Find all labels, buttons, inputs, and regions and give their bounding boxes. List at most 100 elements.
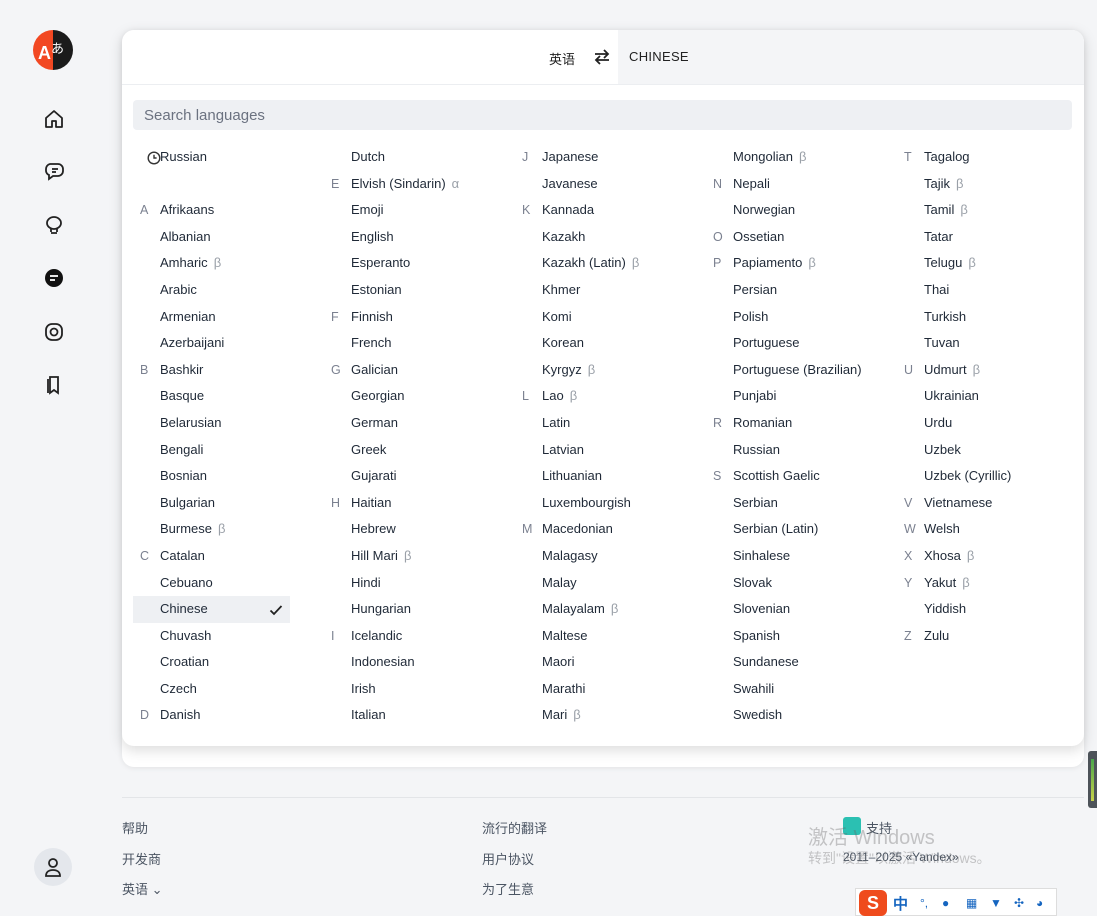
language-option[interactable]: Italian [324,702,504,729]
language-option[interactable]: Marathi [515,676,695,703]
language-option[interactable]: Y Yakut β [897,570,1077,597]
language-option[interactable]: Emoji [324,197,504,224]
language-option[interactable]: Mongolian β [706,144,886,171]
language-option[interactable]: P Papiamento β [706,250,886,277]
language-option[interactable]: Tuvan [897,330,1077,357]
lightbulb-icon[interactable] [42,213,66,237]
footer-developers-link[interactable]: 开发商 [122,849,161,868]
language-option[interactable]: Kazakh [515,224,695,251]
language-option[interactable]: Estonian [324,277,504,304]
language-option[interactable]: Arabic [133,277,313,304]
language-option[interactable]: Kyrgyz β [515,357,695,384]
language-option[interactable]: Basque [133,383,313,410]
language-option[interactable]: U Udmurt β [897,357,1077,384]
punctuation-icon[interactable]: °, [920,896,934,910]
target-language-button[interactable]: CHINESE [629,49,689,64]
language-option[interactable]: Sinhalese [706,543,886,570]
language-option[interactable]: Belarusian [133,410,313,437]
language-option[interactable]: Turkish [897,304,1077,331]
language-option[interactable]: Portuguese [706,330,886,357]
camera-icon[interactable] [42,320,66,344]
language-option[interactable]: Indonesian [324,649,504,676]
language-option[interactable]: Telugu β [897,250,1077,277]
language-option[interactable]: Hungarian [324,596,504,623]
home-icon[interactable] [42,107,66,131]
language-option[interactable]: Malagasy [515,543,695,570]
language-option[interactable]: Latin [515,410,695,437]
language-option[interactable]: A Afrikaans [133,197,313,224]
language-option[interactable]: German [324,410,504,437]
language-option[interactable]: Gujarati [324,463,504,490]
language-option[interactable]: O Ossetian [706,224,886,251]
language-option[interactable]: Tamil β [897,197,1077,224]
language-option[interactable]: Maori [515,649,695,676]
language-option[interactable]: Persian [706,277,886,304]
language-option[interactable]: Uzbek [897,437,1077,464]
language-option[interactable]: Malayalam β [515,596,695,623]
language-option[interactable]: R Romanian [706,410,886,437]
language-option[interactable]: C Catalan [133,543,313,570]
footer-language-selector[interactable]: 英语 ⌄ [122,879,163,898]
language-option[interactable]: Cebuano [133,570,313,597]
language-option[interactable]: Georgian [324,383,504,410]
language-option[interactable]: Slovak [706,570,886,597]
language-option[interactable]: Bengali [133,437,313,464]
language-option[interactable]: Maltese [515,623,695,650]
language-option[interactable]: X Xhosa β [897,543,1077,570]
language-option[interactable]: Hebrew [324,516,504,543]
language-option[interactable]: Amharic β [133,250,313,277]
footer-business-link[interactable]: 为了生意 [482,879,534,898]
language-option[interactable]: Portuguese (Brazilian) [706,357,886,384]
language-option[interactable]: Malay [515,570,695,597]
ime-mode-toggle[interactable]: 中 [893,893,908,914]
language-option[interactable]: Javanese [515,171,695,198]
language-option[interactable]: S Scottish Gaelic [706,463,886,490]
language-option[interactable]: Thai [897,277,1077,304]
dialog-translate-icon[interactable] [42,160,66,184]
footer-terms-link[interactable]: 用户协议 [482,849,534,868]
language-option[interactable]: Latvian [515,437,695,464]
toolbox-icon[interactable]: ✣ [1014,896,1028,910]
language-option[interactable]: Russian [133,144,313,171]
language-option[interactable]: Greek [324,437,504,464]
language-option[interactable]: Yiddish [897,596,1077,623]
language-option[interactable]: Lithuanian [515,463,695,490]
language-option[interactable]: Punjabi [706,383,886,410]
language-option[interactable]: M Macedonian [515,516,695,543]
language-option[interactable]: Uzbek (Cyrillic) [897,463,1077,490]
language-option[interactable]: Hill Mari β [324,543,504,570]
language-option[interactable]: V Vietnamese [897,490,1077,517]
user-profile-button[interactable] [34,848,72,886]
language-option[interactable]: K Kannada [515,197,695,224]
language-option[interactable]: Norwegian [706,197,886,224]
language-option[interactable]: English [324,224,504,251]
language-option[interactable]: W Welsh [897,516,1077,543]
language-option[interactable]: Mari β [515,702,695,729]
language-option[interactable]: Chinese [133,596,290,623]
footer-popular-link[interactable]: 流行的翻译 [482,818,547,837]
language-option[interactable]: N Nepali [706,171,886,198]
sogou-logo-icon[interactable]: S [859,890,887,916]
language-option[interactable]: Swedish [706,702,886,729]
language-option[interactable]: D Danish [133,702,313,729]
skin-icon[interactable]: ▼ [990,896,1004,910]
language-option[interactable]: Polish [706,304,886,331]
language-option[interactable]: Burmese β [133,516,313,543]
side-panel-tab[interactable] [1088,751,1097,808]
language-option[interactable]: Serbian [706,490,886,517]
language-option[interactable]: Bosnian [133,463,313,490]
language-option[interactable]: Bulgarian [133,490,313,517]
language-option[interactable]: L Lao β [515,383,695,410]
collections-icon[interactable] [42,373,66,397]
search-languages-input[interactable] [133,100,1072,130]
language-option[interactable]: F Finnish [324,304,504,331]
language-option[interactable]: Croatian [133,649,313,676]
language-option[interactable]: B Bashkir [133,357,313,384]
language-option[interactable]: Irish [324,676,504,703]
language-option[interactable]: Serbian (Latin) [706,516,886,543]
language-option[interactable]: Sundanese [706,649,886,676]
language-option[interactable]: Spanish [706,623,886,650]
language-option[interactable]: Khmer [515,277,695,304]
language-option[interactable]: Kazakh (Latin) β [515,250,695,277]
language-option[interactable]: Tatar [897,224,1077,251]
